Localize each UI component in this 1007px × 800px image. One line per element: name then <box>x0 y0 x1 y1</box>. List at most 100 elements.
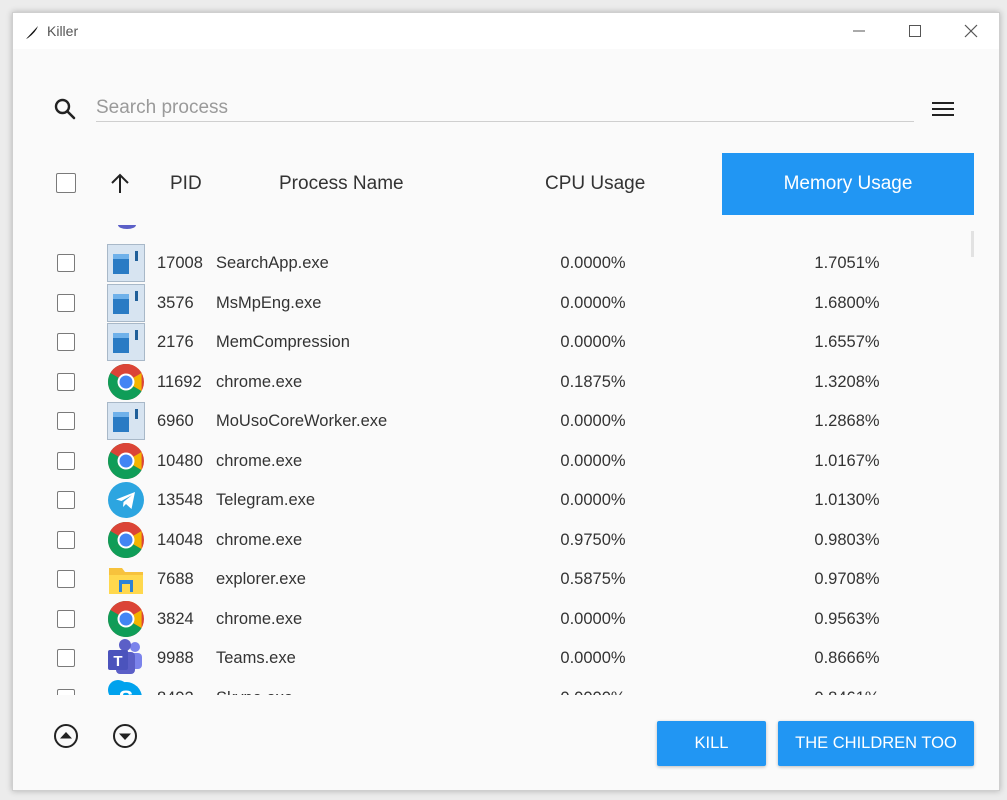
process-memory-usage: 0.9708% <box>814 570 880 588</box>
memory-usage-column-header[interactable]: Memory Usage <box>722 153 974 215</box>
row-checkbox[interactable] <box>57 333 75 351</box>
process-row[interactable]: 7688 explorer.exe 0.5875% 0.9708% <box>13 560 999 599</box>
teams-icon-partial <box>118 225 136 229</box>
process-row[interactable]: 6960 MoUsoCoreWorker.exe 0.0000% 1.2868% <box>13 402 999 441</box>
process-memory-usage: 0.9563% <box>814 609 880 628</box>
process-memory-usage: 1.0167% <box>814 451 880 470</box>
process-memory-usage: 0.9803% <box>814 530 880 549</box>
process-name: SearchApp.exe <box>216 254 329 272</box>
process-cpu-usage: 0.0000% <box>560 649 626 667</box>
title-bar: Killer <box>13 13 999 49</box>
process-row[interactable]: 10480 chrome.exe 0.0000% 1.0167% <box>13 442 999 481</box>
scroll-up-icon[interactable] <box>53 723 79 749</box>
process-memory-usage: 1.2868% <box>814 412 880 430</box>
row-checkbox[interactable] <box>57 688 75 695</box>
generic-app-icon <box>107 244 145 282</box>
svg-text:S: S <box>119 686 134 696</box>
killer-window: Killer PID Process Name CPU <box>12 12 1000 791</box>
process-memory-usage: 1.0130% <box>814 491 880 509</box>
generic-app-icon <box>107 323 145 361</box>
kill-children-button[interactable]: THE CHILDREN TOO <box>778 721 974 766</box>
feather-icon <box>26 26 38 39</box>
row-checkbox[interactable] <box>57 451 75 470</box>
teams-icon: T <box>107 639 145 677</box>
process-cpu-usage: 0.0000% <box>493 689 693 696</box>
generic-app-icon <box>107 283 145 322</box>
row-checkbox[interactable] <box>57 372 75 391</box>
process-cpu-usage: 0.1875% <box>560 372 626 391</box>
table-header: PID Process Name CPU Usage Memory Usage <box>13 153 999 215</box>
row-checkbox[interactable] <box>57 254 75 272</box>
maximize-button[interactable] <box>887 13 943 49</box>
chrome-icon <box>107 600 145 638</box>
row-checkbox[interactable] <box>57 570 75 588</box>
process-row[interactable]: 14048 chrome.exe 0.9750% 0.9803% <box>13 521 999 560</box>
telegram-icon <box>107 481 145 519</box>
list-scrollbar[interactable] <box>971 231 974 257</box>
process-list: 17008 SearchApp.exe 0.0000% 1.7051% 3576 MsMp… <box>13 225 999 695</box>
process-row[interactable]: S 8492 Skype.exe 0.0000% 0.8461% <box>13 679 999 696</box>
process-row[interactable]: 17008 SearchApp.exe 0.0000% 1.7051% <box>13 244 999 283</box>
process-row[interactable]: 3576 MsMpEng.exe 0.0000% 1.6800% <box>13 283 999 323</box>
sort-ascending-icon[interactable] <box>109 172 131 196</box>
row-checkbox[interactable] <box>57 412 75 430</box>
search-input[interactable] <box>96 95 914 122</box>
scroll-down-icon[interactable] <box>112 723 138 749</box>
process-memory-usage: 0.8461% <box>747 689 947 696</box>
process-name: chrome.exe <box>216 451 303 470</box>
file-explorer-icon <box>107 560 145 598</box>
select-all-checkbox[interactable] <box>56 173 76 193</box>
process-name: Skype.exe <box>216 689 293 696</box>
process-cpu-usage: 0.0000% <box>560 451 626 470</box>
row-checkbox[interactable] <box>57 293 75 312</box>
process-cpu-usage: 0.9750% <box>560 530 626 549</box>
process-pid: 11692 <box>157 372 202 391</box>
process-cpu-usage: 0.0000% <box>560 254 626 272</box>
process-pid: 7688 <box>157 570 194 588</box>
process-memory-usage: 0.8666% <box>814 649 880 667</box>
process-cpu-usage: 0.5875% <box>560 570 626 588</box>
process-memory-usage: 1.6557% <box>814 333 880 351</box>
process-name: MemCompression <box>216 333 350 351</box>
close-button[interactable] <box>943 13 999 49</box>
process-name: MsMpEng.exe <box>216 293 322 312</box>
skype-icon: S <box>107 679 145 696</box>
process-name: chrome.exe <box>216 372 303 391</box>
process-memory-usage: 1.3208% <box>814 372 880 391</box>
process-name-column-header[interactable]: Process Name <box>279 173 404 195</box>
process-name: MoUsoCoreWorker.exe <box>216 412 388 430</box>
process-cpu-usage: 0.0000% <box>560 491 626 509</box>
process-row[interactable]: 11692 chrome.exe 0.1875% 1.3208% <box>13 363 999 402</box>
process-pid: 9988 <box>157 649 194 667</box>
process-name: explorer.exe <box>216 570 306 588</box>
kill-button[interactable]: KILL <box>657 721 766 766</box>
search-bar <box>13 85 999 135</box>
row-checkbox[interactable] <box>57 649 75 667</box>
menu-icon[interactable] <box>931 99 955 119</box>
row-checkbox[interactable] <box>57 491 75 509</box>
process-cpu-usage: 0.0000% <box>560 333 626 351</box>
process-cpu-usage: 0.0000% <box>560 412 626 430</box>
row-checkbox[interactable] <box>57 530 75 549</box>
process-row[interactable]: 2176 MemCompression 0.0000% 1.6557% <box>13 323 999 362</box>
row-checkbox[interactable] <box>57 609 75 628</box>
cpu-usage-column-header[interactable]: CPU Usage <box>545 173 645 195</box>
chrome-icon <box>107 521 145 559</box>
pid-column-header[interactable]: PID <box>170 173 202 195</box>
process-row[interactable]: 13548 Telegram.exe 0.0000% 1.0130% <box>13 481 999 520</box>
process-row[interactable]: T 9988 Teams.exe 0.0000% 0.8666% <box>13 639 999 678</box>
minimize-button[interactable] <box>831 13 887 49</box>
search-icon <box>54 98 76 120</box>
process-pid: 8492 <box>157 689 194 696</box>
process-memory-usage: 1.6800% <box>814 293 880 312</box>
process-row[interactable]: 3824 chrome.exe 0.0000% 0.9563% <box>13 600 999 639</box>
process-name: chrome.exe <box>216 530 303 549</box>
chrome-icon <box>107 363 145 401</box>
process-pid: 3576 <box>157 293 194 312</box>
process-name: Teams.exe <box>216 649 296 667</box>
process-name: chrome.exe <box>216 609 303 628</box>
process-pid: 14048 <box>157 530 203 549</box>
process-pid: 3824 <box>157 609 194 628</box>
process-memory-usage: 1.7051% <box>814 254 880 272</box>
process-pid: 10480 <box>157 451 203 470</box>
